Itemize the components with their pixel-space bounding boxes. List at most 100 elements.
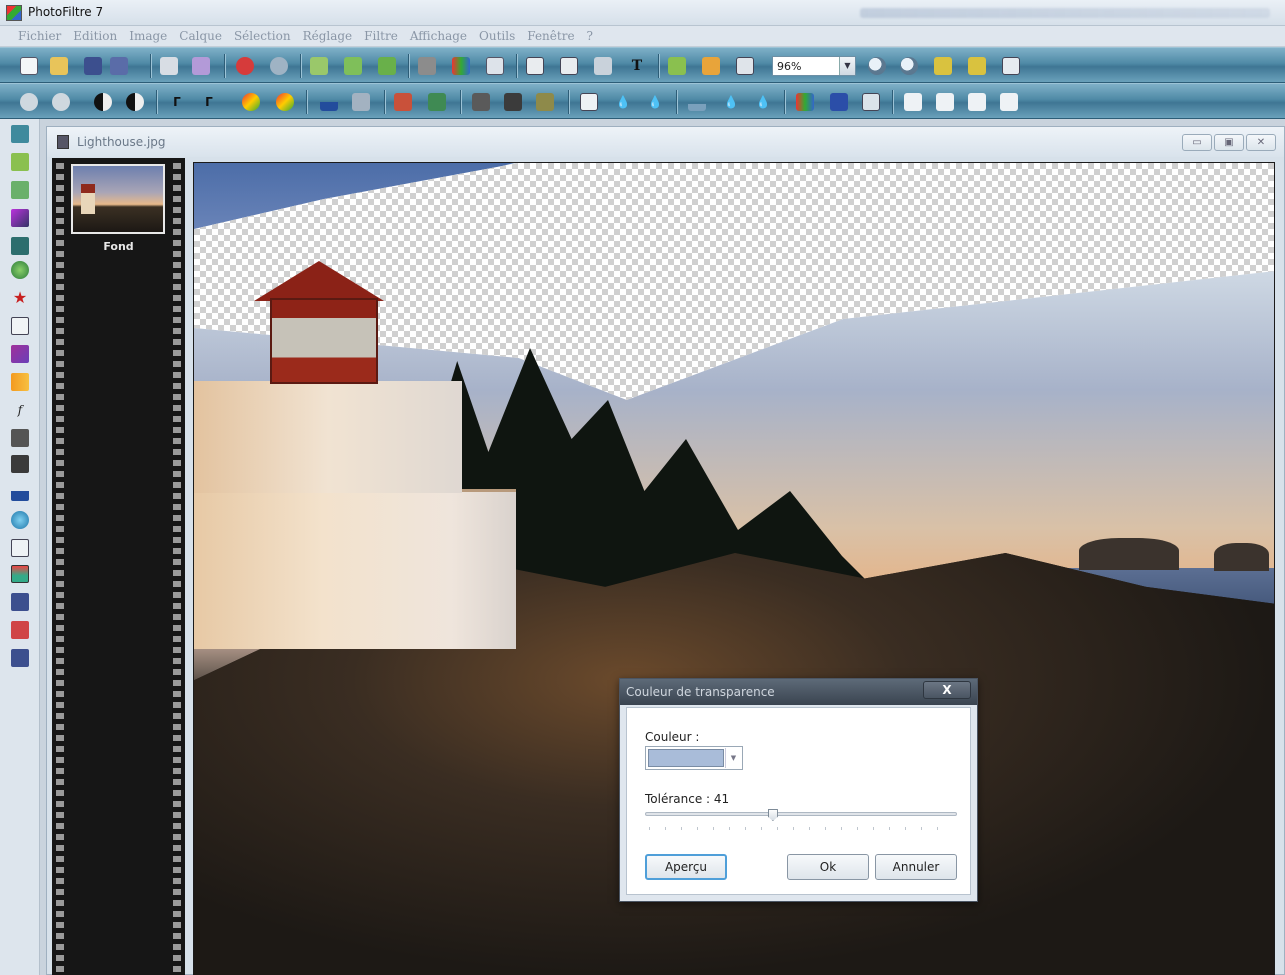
drop-outline-icon[interactable]: 💧	[646, 93, 664, 111]
sharpen-icon[interactable]	[504, 93, 522, 111]
screen-icon[interactable]	[11, 181, 29, 199]
brightness-up-icon[interactable]	[20, 93, 38, 111]
note-icon[interactable]	[11, 317, 29, 335]
mountain-icon[interactable]	[688, 93, 706, 111]
noise-icon[interactable]	[536, 93, 554, 111]
frame-palette-icon[interactable]	[11, 539, 29, 557]
menu-help[interactable]: ?	[581, 29, 599, 43]
gradient-icon[interactable]	[11, 209, 29, 227]
menu-edition[interactable]: Edition	[67, 29, 123, 43]
histogram-palette-icon[interactable]	[11, 483, 29, 501]
rgb-icon[interactable]	[796, 93, 814, 111]
gamma-down-icon[interactable]: Γ	[200, 93, 218, 111]
redo-icon[interactable]	[270, 57, 288, 75]
zoom-combo[interactable]: 96% ▼	[772, 56, 856, 76]
ok-button[interactable]: Ok	[787, 854, 869, 880]
menu-selection[interactable]: Sélection	[228, 29, 297, 43]
save-stack-icon[interactable]	[11, 649, 29, 667]
cut-icon[interactable]	[310, 57, 328, 75]
auto-levels-icon[interactable]	[394, 93, 412, 111]
tolerance-slider-thumb[interactable]	[767, 809, 778, 821]
paste-icon[interactable]	[378, 57, 396, 75]
film-save-icon[interactable]	[11, 593, 29, 611]
layer-thumbnail[interactable]	[71, 164, 165, 234]
preview-button[interactable]: Aperçu	[645, 854, 727, 880]
image-palette-icon[interactable]	[11, 565, 29, 583]
layer-manager-icon[interactable]	[11, 125, 29, 143]
crop-icon[interactable]	[594, 57, 612, 75]
fill-drop-icon[interactable]: 💧	[722, 93, 740, 111]
print-icon[interactable]	[160, 57, 178, 75]
fit-image-icon[interactable]	[934, 57, 952, 75]
contrast-down-icon[interactable]	[126, 93, 144, 111]
purple-filter-icon[interactable]	[11, 345, 29, 363]
chevron-down-icon[interactable]: ▼	[839, 57, 855, 75]
sphere-icon[interactable]	[11, 511, 29, 529]
copy-icon[interactable]	[344, 57, 362, 75]
cancel-button[interactable]: Annuler	[875, 854, 957, 880]
dialog-close-button[interactable]: X	[923, 681, 971, 699]
flip-horizontal-icon[interactable]	[904, 93, 922, 111]
saturation-down-icon[interactable]	[276, 93, 294, 111]
menu-reglage[interactable]: Réglage	[297, 29, 359, 43]
blur-icon[interactable]	[472, 93, 490, 111]
open-folder-icon[interactable]	[50, 57, 68, 75]
actual-size-icon[interactable]	[968, 57, 986, 75]
grayscale-icon[interactable]	[418, 57, 436, 75]
mosaic-icon[interactable]	[11, 455, 29, 473]
drop-icon[interactable]: 💧	[614, 93, 632, 111]
formula-icon[interactable]: f	[11, 401, 29, 419]
levels-icon[interactable]	[352, 93, 370, 111]
window-icon[interactable]	[736, 57, 754, 75]
fullscreen-icon[interactable]	[1002, 57, 1020, 75]
star-icon[interactable]: ★	[11, 289, 29, 307]
camera-icon[interactable]	[11, 237, 29, 255]
new-file-icon[interactable]	[20, 57, 38, 75]
chevron-down-icon[interactable]: ▼	[725, 748, 741, 768]
zoom-in-icon[interactable]	[868, 57, 886, 75]
pattern-icon[interactable]	[11, 429, 29, 447]
orange-filter-icon[interactable]	[11, 373, 29, 391]
brightness-down-icon[interactable]	[52, 93, 70, 111]
layers-icon[interactable]	[668, 57, 686, 75]
contrast-up-icon[interactable]	[94, 93, 112, 111]
text-icon[interactable]: T	[628, 57, 646, 75]
histogram-icon[interactable]	[320, 93, 338, 111]
zoom-out-icon[interactable]	[900, 57, 918, 75]
auto-contrast-icon[interactable]	[428, 93, 446, 111]
eraser-icon[interactable]	[11, 621, 29, 639]
undo-icon[interactable]	[236, 57, 254, 75]
menu-filtre[interactable]: Filtre	[358, 29, 404, 43]
image-size-icon[interactable]	[526, 57, 544, 75]
close-icon[interactable]: ✕	[1246, 134, 1276, 151]
fill-drop-outline-icon[interactable]: 💧	[754, 93, 772, 111]
menu-affichage[interactable]: Affichage	[404, 29, 473, 43]
save-icon[interactable]	[84, 57, 102, 75]
island	[1214, 543, 1269, 571]
canvas-size-icon[interactable]	[560, 57, 578, 75]
menu-image[interactable]: Image	[123, 29, 173, 43]
transparent-color-icon[interactable]	[486, 57, 504, 75]
color-icon[interactable]	[452, 57, 470, 75]
menu-outils[interactable]: Outils	[473, 29, 521, 43]
globe-icon[interactable]	[11, 261, 29, 279]
gamma-up-icon[interactable]: Γ	[168, 93, 186, 111]
picture-icon[interactable]	[11, 153, 29, 171]
maximize-icon[interactable]: ▣	[1214, 134, 1244, 151]
color-picker[interactable]: ▼	[645, 746, 743, 770]
help-page-icon[interactable]	[862, 93, 880, 111]
menu-calque[interactable]: Calque	[173, 29, 228, 43]
menu-fenetre[interactable]: Fenêtre	[521, 29, 580, 43]
minimize-icon[interactable]: ▭	[1182, 134, 1212, 151]
automation-icon[interactable]	[702, 57, 720, 75]
frame-icon[interactable]	[580, 93, 598, 111]
menu-fichier[interactable]: Fichier	[12, 29, 67, 43]
scan-icon[interactable]	[192, 57, 210, 75]
tolerance-slider-track[interactable]	[645, 812, 957, 816]
flip-vertical-icon[interactable]	[936, 93, 954, 111]
monitor-icon[interactable]	[830, 93, 848, 111]
rotate-right-icon[interactable]	[1000, 93, 1018, 111]
rotate-icon[interactable]	[968, 93, 986, 111]
saturation-up-icon[interactable]	[242, 93, 260, 111]
save-as-icon[interactable]	[110, 57, 128, 75]
